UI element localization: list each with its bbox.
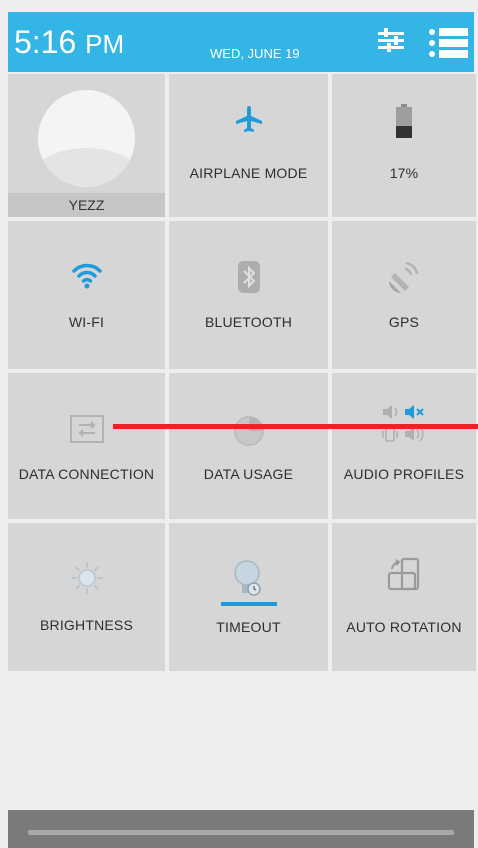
tile-brightness[interactable]: BRIGHTNESS — [8, 523, 165, 671]
data-connection-icon — [8, 415, 165, 443]
gps-satellite-icon — [332, 259, 476, 293]
tile-label: AIRPLANE MODE — [189, 165, 308, 181]
tile-airplane-mode[interactable]: AIRPLANE MODE — [169, 74, 328, 217]
tile-label: WI-FI — [68, 314, 105, 330]
clock-time: 5:16 — [14, 24, 77, 60]
tile-label: TIMEOUT — [216, 619, 281, 635]
tile-gps[interactable]: GPS — [332, 221, 476, 369]
tile-audio-profiles[interactable]: AUDIO PROFILES — [332, 373, 476, 519]
wifi-icon — [8, 261, 165, 289]
airplane-icon — [169, 104, 328, 134]
auto-rotation-icon — [332, 557, 476, 591]
tile-label: DATA USAGE — [203, 466, 294, 482]
tile-label: BRIGHTNESS — [39, 617, 133, 633]
clock-ampm: PM — [85, 29, 125, 59]
bluetooth-icon — [169, 261, 328, 293]
tile-data-connection[interactable]: DATA CONNECTION — [8, 373, 165, 519]
data-usage-icon — [169, 415, 328, 447]
battery-icon — [332, 104, 476, 138]
tile-data-usage[interactable]: DATA USAGE — [169, 373, 328, 519]
tile-auto-rotation[interactable]: AUTO ROTATION — [332, 523, 476, 671]
timeout-bulb-icon — [169, 559, 328, 607]
tile-wifi[interactable]: WI-FI — [8, 221, 165, 369]
settings-sliders-icon[interactable] — [378, 26, 404, 61]
tile-label: BLUETOOTH — [204, 314, 293, 330]
tile-label: AUDIO PROFILES — [343, 466, 465, 482]
drag-handle[interactable] — [28, 830, 454, 835]
status-header: 5:16 PM WED, JUNE 19 — [8, 12, 474, 72]
user-name: YEZZ — [8, 193, 165, 217]
date-label: WED, JUNE 19 — [210, 46, 300, 61]
tile-label: DATA CONNECTION — [18, 466, 155, 482]
list-view-icon[interactable] — [428, 26, 468, 65]
user-avatar-icon — [38, 90, 135, 187]
tile-user[interactable]: YEZZ — [8, 74, 165, 217]
tile-label: GPS — [388, 314, 420, 330]
panel-drag-bar[interactable] — [8, 810, 474, 848]
clock[interactable]: 5:16 PM — [14, 24, 124, 62]
tile-timeout[interactable]: TIMEOUT — [169, 523, 328, 671]
battery-level: 17% — [389, 165, 419, 181]
tile-battery[interactable]: 17% — [332, 74, 476, 217]
tile-label: AUTO ROTATION — [346, 619, 462, 635]
quick-settings-grid: YEZZ AIRPLANE MODE 17% WI-FI BLUETOOTH G… — [8, 74, 476, 671]
tile-bluetooth[interactable]: BLUETOOTH — [169, 221, 328, 369]
brightness-icon — [8, 561, 165, 595]
annotation-line — [113, 424, 478, 429]
